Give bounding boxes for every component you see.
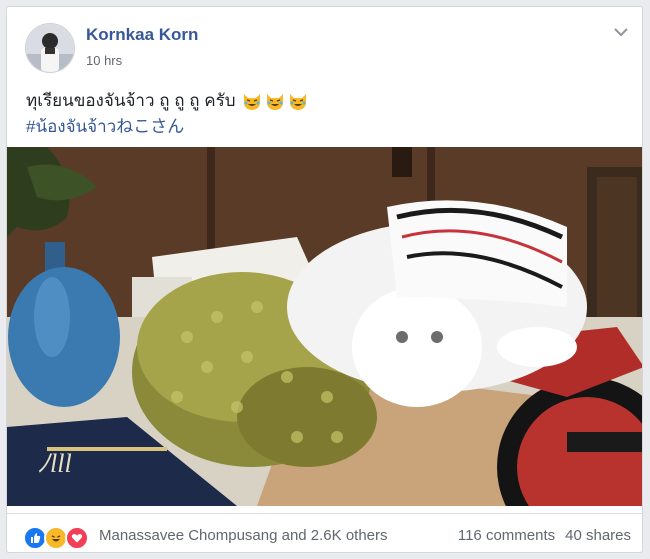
post-footer: Manassavee Chompusang and 2.6K others 11… [7, 513, 642, 552]
hashtag-link[interactable]: #น้องจันจ้าวねこさん [26, 112, 184, 140]
post-timestamp[interactable]: 10 hrs [86, 53, 122, 68]
laughing-cat-icon [243, 93, 260, 110]
reaction-icons[interactable] [23, 526, 89, 550]
comments-count[interactable]: 116 comments [458, 527, 555, 544]
emoji-group [242, 91, 311, 111]
post-text: ทุเรียนของจันจ้าว ถู ถู ถู ครับ [26, 87, 311, 114]
author-name[interactable]: Kornkaa Korn [86, 25, 198, 45]
post-text-content: ทุเรียนของจันจ้าว ถู ถู ถู ครับ [26, 91, 236, 110]
laughing-cat-icon [289, 93, 306, 110]
engagement-stats: 116 comments 40 shares [458, 527, 631, 544]
reaction-count-text[interactable]: Manassavee Chompusang and 2.6K others [99, 527, 388, 544]
laughing-cat-icon [266, 93, 283, 110]
post-video[interactable]: ﾉlll [7, 147, 642, 506]
shares-count[interactable]: 40 shares [565, 527, 631, 544]
love-icon [65, 526, 89, 550]
svg-text:ﾉlll: ﾉlll [37, 449, 72, 478]
chevron-down-icon[interactable] [612, 25, 630, 39]
author-avatar[interactable] [25, 23, 75, 73]
facebook-post-card: Kornkaa Korn 10 hrs ทุเรียนของจันจ้าว ถู… [6, 6, 643, 553]
